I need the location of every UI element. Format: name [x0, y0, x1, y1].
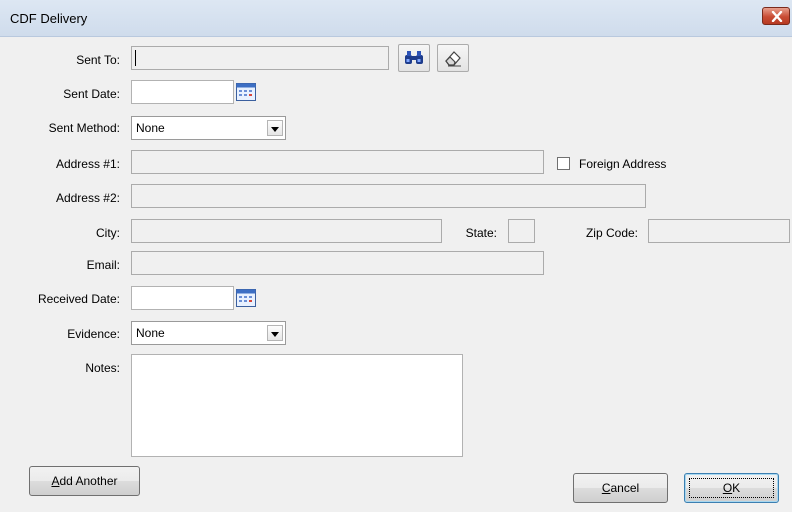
sent-date-field[interactable] [131, 80, 234, 104]
address2-field[interactable] [131, 184, 646, 208]
ok-button[interactable]: OK [684, 473, 779, 503]
close-button[interactable] [762, 7, 790, 25]
close-icon [771, 11, 783, 22]
cdf-delivery-dialog: CDF Delivery Sent To: Sent Date: Sent Me… [0, 0, 792, 512]
add-another-button[interactable]: Add Another [29, 466, 140, 496]
sent-to-label: Sent To: [76, 53, 120, 67]
sent-method-label: Sent Method: [48, 121, 120, 135]
notes-textarea[interactable] [131, 354, 463, 457]
clear-button[interactable] [437, 44, 469, 72]
sent-to-field[interactable] [131, 46, 389, 70]
add-another-label: dd Another [59, 474, 118, 488]
evidence-value: None [136, 326, 165, 340]
received-date-field[interactable] [131, 286, 234, 310]
zip-code-label: Zip Code: [585, 226, 638, 240]
address2-label: Address #2: [55, 191, 120, 205]
title-bar: CDF Delivery [0, 0, 792, 37]
cancel-label: ancel [610, 481, 640, 495]
city-label: City: [96, 226, 120, 240]
ok-mnemonic: O [722, 481, 733, 495]
address1-field[interactable] [131, 150, 544, 174]
email-label: Email: [86, 258, 120, 272]
sent-method-value: None [136, 121, 165, 135]
cancel-button[interactable]: Cancel [573, 473, 668, 503]
notes-label: Notes: [85, 361, 120, 375]
evidence-select[interactable]: None [131, 321, 286, 345]
chevron-down-icon[interactable] [267, 120, 283, 136]
binoculars-icon [405, 51, 423, 64]
window-title: CDF Delivery [10, 11, 88, 26]
received-date-label: Received Date: [37, 292, 120, 306]
search-button[interactable] [398, 44, 430, 72]
foreign-address-label: Foreign Address [579, 157, 667, 171]
ok-label: K [732, 481, 741, 495]
city-field[interactable] [131, 219, 442, 243]
evidence-label: Evidence: [67, 327, 120, 341]
address1-label: Address #1: [55, 157, 120, 171]
state-field[interactable] [508, 219, 535, 243]
eraser-icon [445, 51, 461, 67]
email-field[interactable] [131, 251, 544, 275]
sent-method-select[interactable]: None [131, 116, 286, 140]
calendar-icon[interactable] [236, 289, 256, 307]
calendar-icon[interactable] [236, 83, 256, 101]
chevron-down-icon[interactable] [267, 325, 283, 341]
sent-date-label: Sent Date: [63, 87, 120, 101]
foreign-address-checkbox[interactable] [557, 157, 570, 170]
state-label: State: [465, 226, 497, 240]
zip-code-field[interactable] [648, 219, 790, 243]
